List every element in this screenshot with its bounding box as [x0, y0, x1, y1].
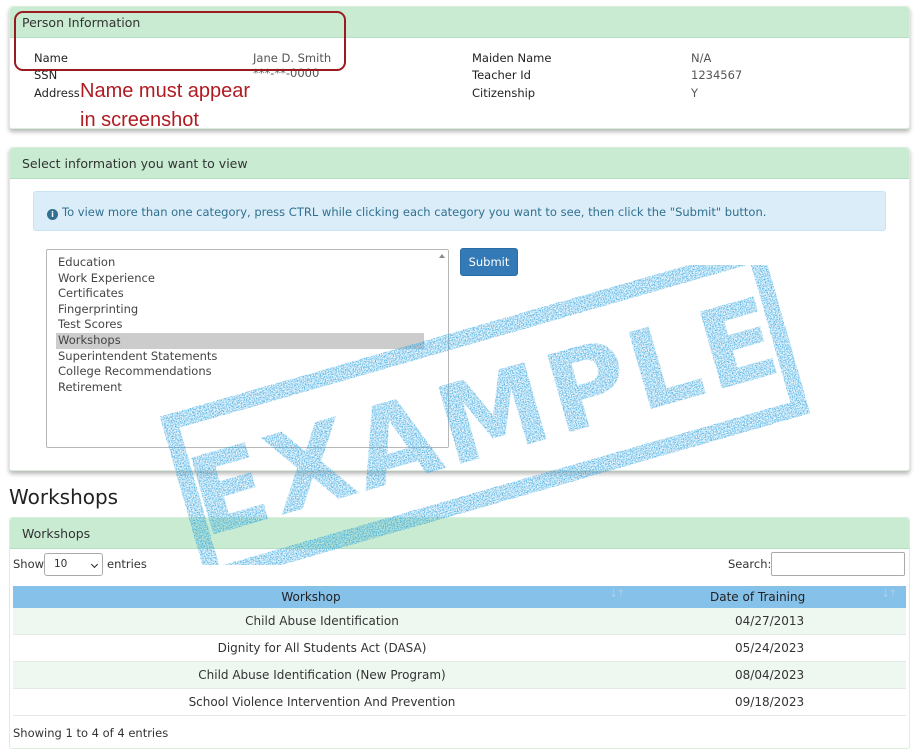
info-alert: i To view more than one category, press C…: [33, 191, 886, 231]
chevron-down-icon: [90, 560, 99, 569]
annotation-note: Name must appear in screenshot: [80, 77, 250, 135]
date-cell: 05/24/2023: [735, 641, 805, 655]
table-info-footer: Showing 1 to 4 of 4 entries: [13, 726, 169, 740]
category-listbox[interactable]: Education Work Experience Certificates F…: [46, 249, 449, 448]
workshops-table-header: Workshop ↓↑ Date of Training ↓↑: [13, 586, 906, 608]
entries-label: entries: [107, 557, 147, 571]
table-row: School Violence Intervention And Prevent…: [13, 689, 906, 716]
date-cell: 04/27/2013: [735, 614, 805, 628]
info-circle-icon: i: [47, 209, 58, 220]
workshop-cell: School Violence Intervention And Prevent…: [188, 695, 456, 709]
select-information-heading: Select information you want to view: [10, 148, 909, 179]
category-option-college-recommendations[interactable]: College Recommendations: [56, 364, 424, 380]
category-option-work-experience[interactable]: Work Experience: [56, 271, 424, 287]
citizenship-label: Citizenship: [472, 86, 536, 100]
date-cell: 08/04/2023: [735, 668, 805, 682]
category-option-fingerprinting[interactable]: Fingerprinting: [56, 302, 424, 318]
entries-per-page-value: 10: [54, 558, 68, 570]
submit-button[interactable]: Submit: [460, 248, 518, 276]
info-alert-text: To view more than one category, press CT…: [62, 205, 767, 219]
citizenship-value: Y: [691, 86, 699, 100]
column-header-date-of-training[interactable]: Date of Training: [609, 586, 906, 608]
select-information-panel: Select information you want to view i To …: [9, 147, 910, 471]
search-input[interactable]: [771, 552, 905, 576]
maiden-name-label: Maiden Name: [472, 51, 552, 65]
category-option-test-scores[interactable]: Test Scores: [56, 317, 424, 333]
workshop-cell: Child Abuse Identification: [245, 614, 399, 628]
show-label: Show: [13, 557, 45, 571]
maiden-name-value: N/A: [691, 51, 712, 65]
table-row: Dignity for All Students Act (DASA) 05/2…: [13, 635, 906, 662]
category-option-superintendent-statements[interactable]: Superintendent Statements: [56, 349, 424, 365]
column-header-workshop[interactable]: Workshop: [13, 586, 609, 608]
table-row: Child Abuse Identification (New Program)…: [13, 662, 906, 689]
workshop-cell: Child Abuse Identification (New Program): [198, 668, 446, 682]
workshops-section-title: Workshops: [9, 485, 119, 509]
date-cell: 09/18/2023: [735, 695, 805, 709]
scroll-up-arrow-icon[interactable]: [439, 254, 445, 258]
workshops-heading: Workshops: [10, 518, 909, 549]
teacher-id-value: 1234567: [691, 68, 743, 82]
entries-per-page-select[interactable]: 10: [44, 553, 103, 576]
annotation-highlight-box: [14, 11, 346, 71]
address-label: Address: [34, 86, 80, 100]
search-label: Search:: [728, 557, 772, 571]
category-option-certificates[interactable]: Certificates: [56, 286, 424, 302]
table-row: Child Abuse Identification 04/27/2013: [13, 608, 906, 635]
category-option-education[interactable]: Education: [56, 255, 424, 271]
sort-icon[interactable]: ↓↑: [881, 587, 898, 600]
category-option-retirement[interactable]: Retirement: [56, 380, 424, 396]
annotation-line-2: in screenshot: [80, 109, 199, 131]
workshop-cell: Dignity for All Students Act (DASA): [217, 641, 427, 655]
category-option-workshops[interactable]: Workshops: [56, 333, 424, 349]
teacher-id-label: Teacher Id: [472, 68, 531, 82]
annotation-line-1: Name must appear: [80, 80, 251, 102]
